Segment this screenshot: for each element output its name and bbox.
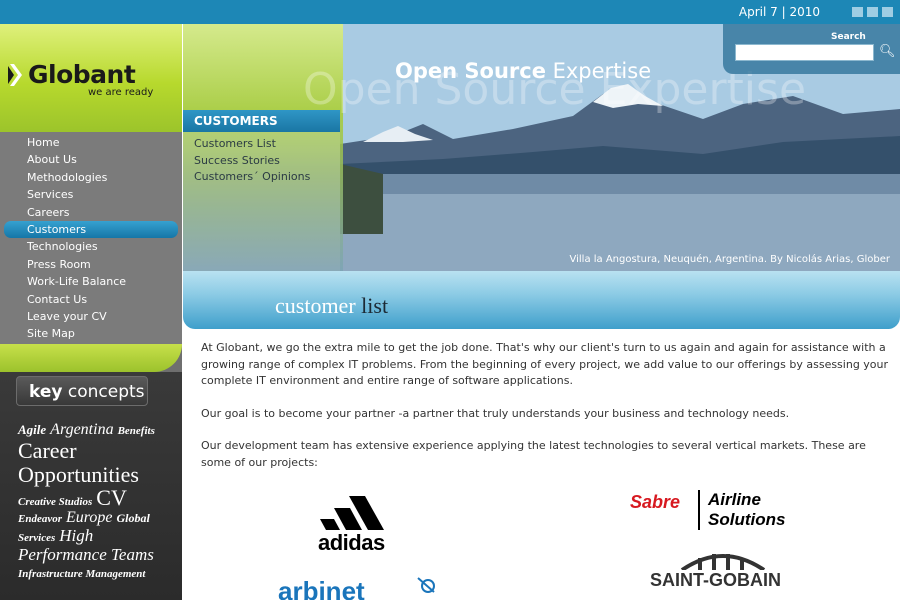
sabre-airline-solutions: Airline Solutions	[708, 490, 786, 529]
adidas-logo[interactable]: adidas	[318, 492, 408, 555]
success-stories-link[interactable]: Success Stories	[194, 153, 310, 170]
top-bar: April 7 | 2010	[0, 0, 900, 24]
nav-bottom-cap	[0, 344, 182, 372]
top-square-1	[852, 7, 863, 17]
main-nav: Home About Us Methodologies Services Car…	[0, 132, 182, 344]
logo-name: Globant	[28, 60, 136, 89]
hero-caption: Villa la Angostura, Neuquén, Argentina. …	[569, 254, 890, 265]
top-square-2	[867, 7, 878, 17]
left-column: Globant we are ready Home About Us Metho…	[0, 24, 182, 600]
saint-gobain-arch-icon	[680, 554, 766, 570]
tag-career[interactable]: Career	[18, 438, 77, 463]
date-label: April 7 | 2010	[738, 5, 820, 19]
adidas-stripes-icon	[320, 496, 384, 530]
arbinet-star-icon	[417, 577, 435, 593]
hero-banner: Open Source Expertise Open Source Expert…	[183, 24, 900, 271]
search-panel: Search 🔍︎	[723, 24, 900, 74]
sabre-divider	[698, 490, 700, 530]
saint-gobain-logo[interactable]: SAINT-GOBAIN	[650, 548, 800, 598]
search-icon[interactable]: 🔍︎	[879, 44, 896, 59]
tag-europe[interactable]: Europe	[66, 509, 113, 526]
arbinet-wordmark: arbinet	[278, 576, 365, 600]
nav-item-home[interactable]: Home	[0, 134, 182, 151]
section-title: customer list	[275, 293, 389, 318]
tag-opportunities[interactable]: Opportunities	[18, 462, 139, 487]
tag-services[interactable]: Services	[18, 532, 55, 544]
goal-paragraph: Our goal is to become your partner -a pa…	[201, 406, 790, 420]
key-concepts-title: key concepts	[29, 382, 145, 402]
nav-item-contact-us[interactable]: Contact Us	[0, 291, 182, 308]
nav-item-careers[interactable]: Careers	[0, 204, 182, 221]
arbinet-logo[interactable]: arbinet	[278, 572, 448, 600]
key-concepts-panel: key concepts Agile Argentina Benefits Ca…	[0, 372, 182, 600]
tag-global[interactable]: Global	[117, 511, 150, 525]
tag-endeavor[interactable]: Endeavor	[18, 513, 62, 525]
nav-item-services[interactable]: Services	[0, 186, 182, 203]
tag-performance-teams[interactable]: Performance Teams	[18, 545, 154, 564]
customers-heading: CUSTOMERS	[183, 110, 340, 132]
tag-infrastructure-management[interactable]: Infrastructure Management	[18, 568, 145, 580]
customers-opinions-link[interactable]: Customers´ Opinions	[194, 169, 310, 186]
logo-tagline: we are ready	[88, 87, 154, 98]
nav-item-methodologies[interactable]: Methodologies	[0, 169, 182, 186]
globant-mark-icon	[8, 64, 22, 86]
top-square-3	[882, 7, 893, 17]
tag-creative-studios[interactable]: Creative Studios	[18, 496, 92, 509]
nav-item-site-map[interactable]: Site Map	[0, 325, 182, 342]
projects-paragraph: Our development team has extensive exper…	[201, 439, 866, 469]
nav-item-leave-your-cv[interactable]: Leave your CV	[0, 308, 182, 325]
customers-links: Customers List Success Stories Customers…	[194, 136, 310, 186]
saint-gobain-wordmark: SAINT-GOBAIN	[650, 570, 782, 590]
tag-high[interactable]: High	[59, 526, 93, 545]
nav-item-customers[interactable]: Customers	[4, 220, 178, 239]
intro-paragraph: At Globant, we go the extra mile to get …	[201, 341, 889, 388]
nav-item-about-us[interactable]: About Us	[0, 151, 182, 168]
sabre-logo[interactable]: Sabre Airline Solutions	[630, 490, 810, 532]
customers-list-link[interactable]: Customers List	[194, 136, 310, 153]
adidas-wordmark: adidas	[318, 530, 385, 555]
tag-cloud: Agile Argentina Benefits Career Opportun…	[18, 421, 178, 581]
search-input[interactable]	[735, 44, 874, 61]
tag-benefits[interactable]: Benefits	[118, 425, 155, 437]
sabre-wordmark: Sabre	[630, 492, 681, 512]
tag-cv[interactable]: CV	[96, 485, 127, 510]
nav-item-work-life-balance[interactable]: Work-Life Balance	[0, 273, 182, 290]
key-concepts-badge: key concepts	[16, 376, 148, 406]
nav-item-technologies[interactable]: Technologies	[0, 238, 182, 255]
tag-agile[interactable]: Agile	[18, 422, 46, 437]
main-content: At Globant, we go the extra mile to get …	[201, 340, 891, 488]
search-label: Search	[831, 32, 866, 42]
tag-argentina[interactable]: Argentina	[50, 421, 113, 438]
nav-item-press-room[interactable]: Press Room	[0, 256, 182, 273]
customers-submenu: CUSTOMERS Customers List Success Stories…	[183, 110, 340, 271]
hero-title: Open Source Expertise	[395, 59, 652, 83]
section-header: customer list	[183, 271, 900, 329]
logo-area[interactable]: Globant we are ready	[0, 24, 182, 132]
